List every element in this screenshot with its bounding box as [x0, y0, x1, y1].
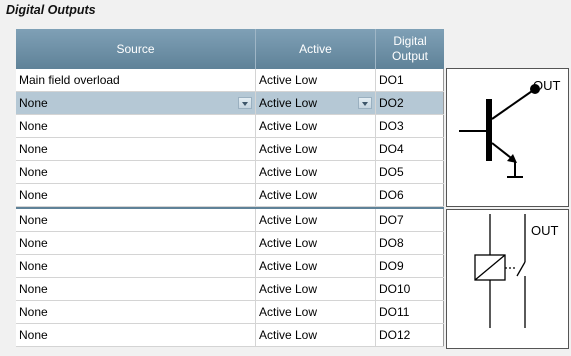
column-header-output-line2: Output: [391, 49, 429, 63]
source-value: None: [19, 305, 48, 319]
source-select[interactable]: None: [16, 138, 256, 160]
active-select[interactable]: Active Low: [256, 278, 376, 300]
digital-output-cell: DO7: [376, 209, 444, 231]
transistor-symbol-panel: OUT: [446, 68, 569, 207]
section-title: Digital Outputs: [6, 3, 96, 17]
column-header-output-line1: Digital: [393, 34, 427, 48]
relay-symbol-panel: OUT: [446, 209, 569, 349]
active-value: Active Low: [259, 96, 318, 110]
table-row[interactable]: None Active Low DO3: [16, 115, 444, 138]
dropdown-arrow-icon[interactable]: [358, 97, 372, 109]
table-row[interactable]: None Active Low DO9: [16, 255, 444, 278]
digital-outputs-grid: Source Active Digital Output Main field o…: [16, 29, 444, 347]
source-select[interactable]: None: [16, 115, 256, 137]
table-row[interactable]: None Active Low DO8: [16, 232, 444, 255]
source-select[interactable]: None: [16, 209, 256, 231]
source-value: None: [19, 213, 48, 227]
source-value: None: [19, 142, 48, 156]
digital-output-cell: DO4: [376, 138, 444, 160]
source-value: None: [19, 236, 48, 250]
source-value: None: [19, 165, 48, 179]
table-row[interactable]: None Active Low DO10: [16, 278, 444, 301]
active-value: Active Low: [259, 282, 318, 296]
active-select[interactable]: Active Low: [256, 255, 376, 277]
column-header-active[interactable]: Active: [256, 29, 376, 69]
source-select[interactable]: None: [16, 184, 256, 206]
table-row[interactable]: None Active Low DO2: [16, 92, 444, 115]
top-rows-group: Main field overload Active Low DO1 None Acti…: [16, 69, 444, 207]
dropdown-arrow-icon[interactable]: [238, 97, 252, 109]
digital-output-cell: DO6: [376, 184, 444, 206]
source-select[interactable]: None: [16, 92, 256, 114]
source-select[interactable]: None: [16, 301, 256, 323]
digital-output-cell: DO8: [376, 232, 444, 254]
source-value: Main field overload: [19, 73, 120, 87]
table-row[interactable]: None Active Low DO5: [16, 161, 444, 184]
active-value: Active Low: [259, 236, 318, 250]
column-header-source[interactable]: Source: [16, 29, 256, 69]
active-select[interactable]: Active Low: [256, 138, 376, 160]
active-value: Active Low: [259, 213, 318, 227]
transistor-out-label: OUT: [533, 78, 561, 93]
digital-output-cell: DO5: [376, 161, 444, 183]
bottom-rows-group: None Active Low DO7 None Active Low DO8 None Ac…: [16, 209, 444, 347]
table-row[interactable]: None Active Low DO11: [16, 301, 444, 324]
source-select[interactable]: None: [16, 255, 256, 277]
active-value: Active Low: [259, 73, 318, 87]
active-select[interactable]: Active Low: [256, 184, 376, 206]
active-value: Active Low: [259, 305, 318, 319]
active-select[interactable]: Active Low: [256, 161, 376, 183]
digital-output-cell: DO9: [376, 255, 444, 277]
active-select[interactable]: Active Low: [256, 301, 376, 323]
table-row[interactable]: None Active Low DO7: [16, 209, 444, 232]
active-select[interactable]: Active Low: [256, 232, 376, 254]
digital-output-cell: DO1: [376, 69, 444, 91]
source-value: None: [19, 259, 48, 273]
active-select[interactable]: Active Low: [256, 69, 376, 91]
table-row[interactable]: Main field overload Active Low DO1: [16, 69, 444, 92]
table-row[interactable]: None Active Low DO12: [16, 324, 444, 347]
source-value: None: [19, 188, 48, 202]
active-select[interactable]: Active Low: [256, 324, 376, 346]
active-value: Active Low: [259, 328, 318, 342]
active-select[interactable]: Active Low: [256, 209, 376, 231]
relay-out-label: OUT: [531, 223, 559, 238]
source-select[interactable]: None: [16, 232, 256, 254]
grid-header: Source Active Digital Output: [16, 29, 444, 69]
digital-output-cell: DO11: [376, 301, 444, 323]
active-select[interactable]: Active Low: [256, 92, 376, 114]
source-select[interactable]: None: [16, 324, 256, 346]
digital-output-cell: DO2: [376, 92, 444, 114]
active-value: Active Low: [259, 259, 318, 273]
source-select[interactable]: None: [16, 161, 256, 183]
digital-output-cell: DO12: [376, 324, 444, 346]
active-value: Active Low: [259, 142, 318, 156]
active-value: Active Low: [259, 165, 318, 179]
source-value: None: [19, 96, 48, 110]
digital-output-cell: DO10: [376, 278, 444, 300]
source-select[interactable]: None: [16, 278, 256, 300]
digital-output-cell: DO3: [376, 115, 444, 137]
active-value: Active Low: [259, 188, 318, 202]
source-value: None: [19, 328, 48, 342]
source-value: None: [19, 282, 48, 296]
source-select[interactable]: Main field overload: [16, 69, 256, 91]
active-value: Active Low: [259, 119, 318, 133]
column-header-digital-output[interactable]: Digital Output: [376, 29, 444, 69]
source-value: None: [19, 119, 48, 133]
table-row[interactable]: None Active Low DO6: [16, 184, 444, 207]
active-select[interactable]: Active Low: [256, 115, 376, 137]
table-row[interactable]: None Active Low DO4: [16, 138, 444, 161]
